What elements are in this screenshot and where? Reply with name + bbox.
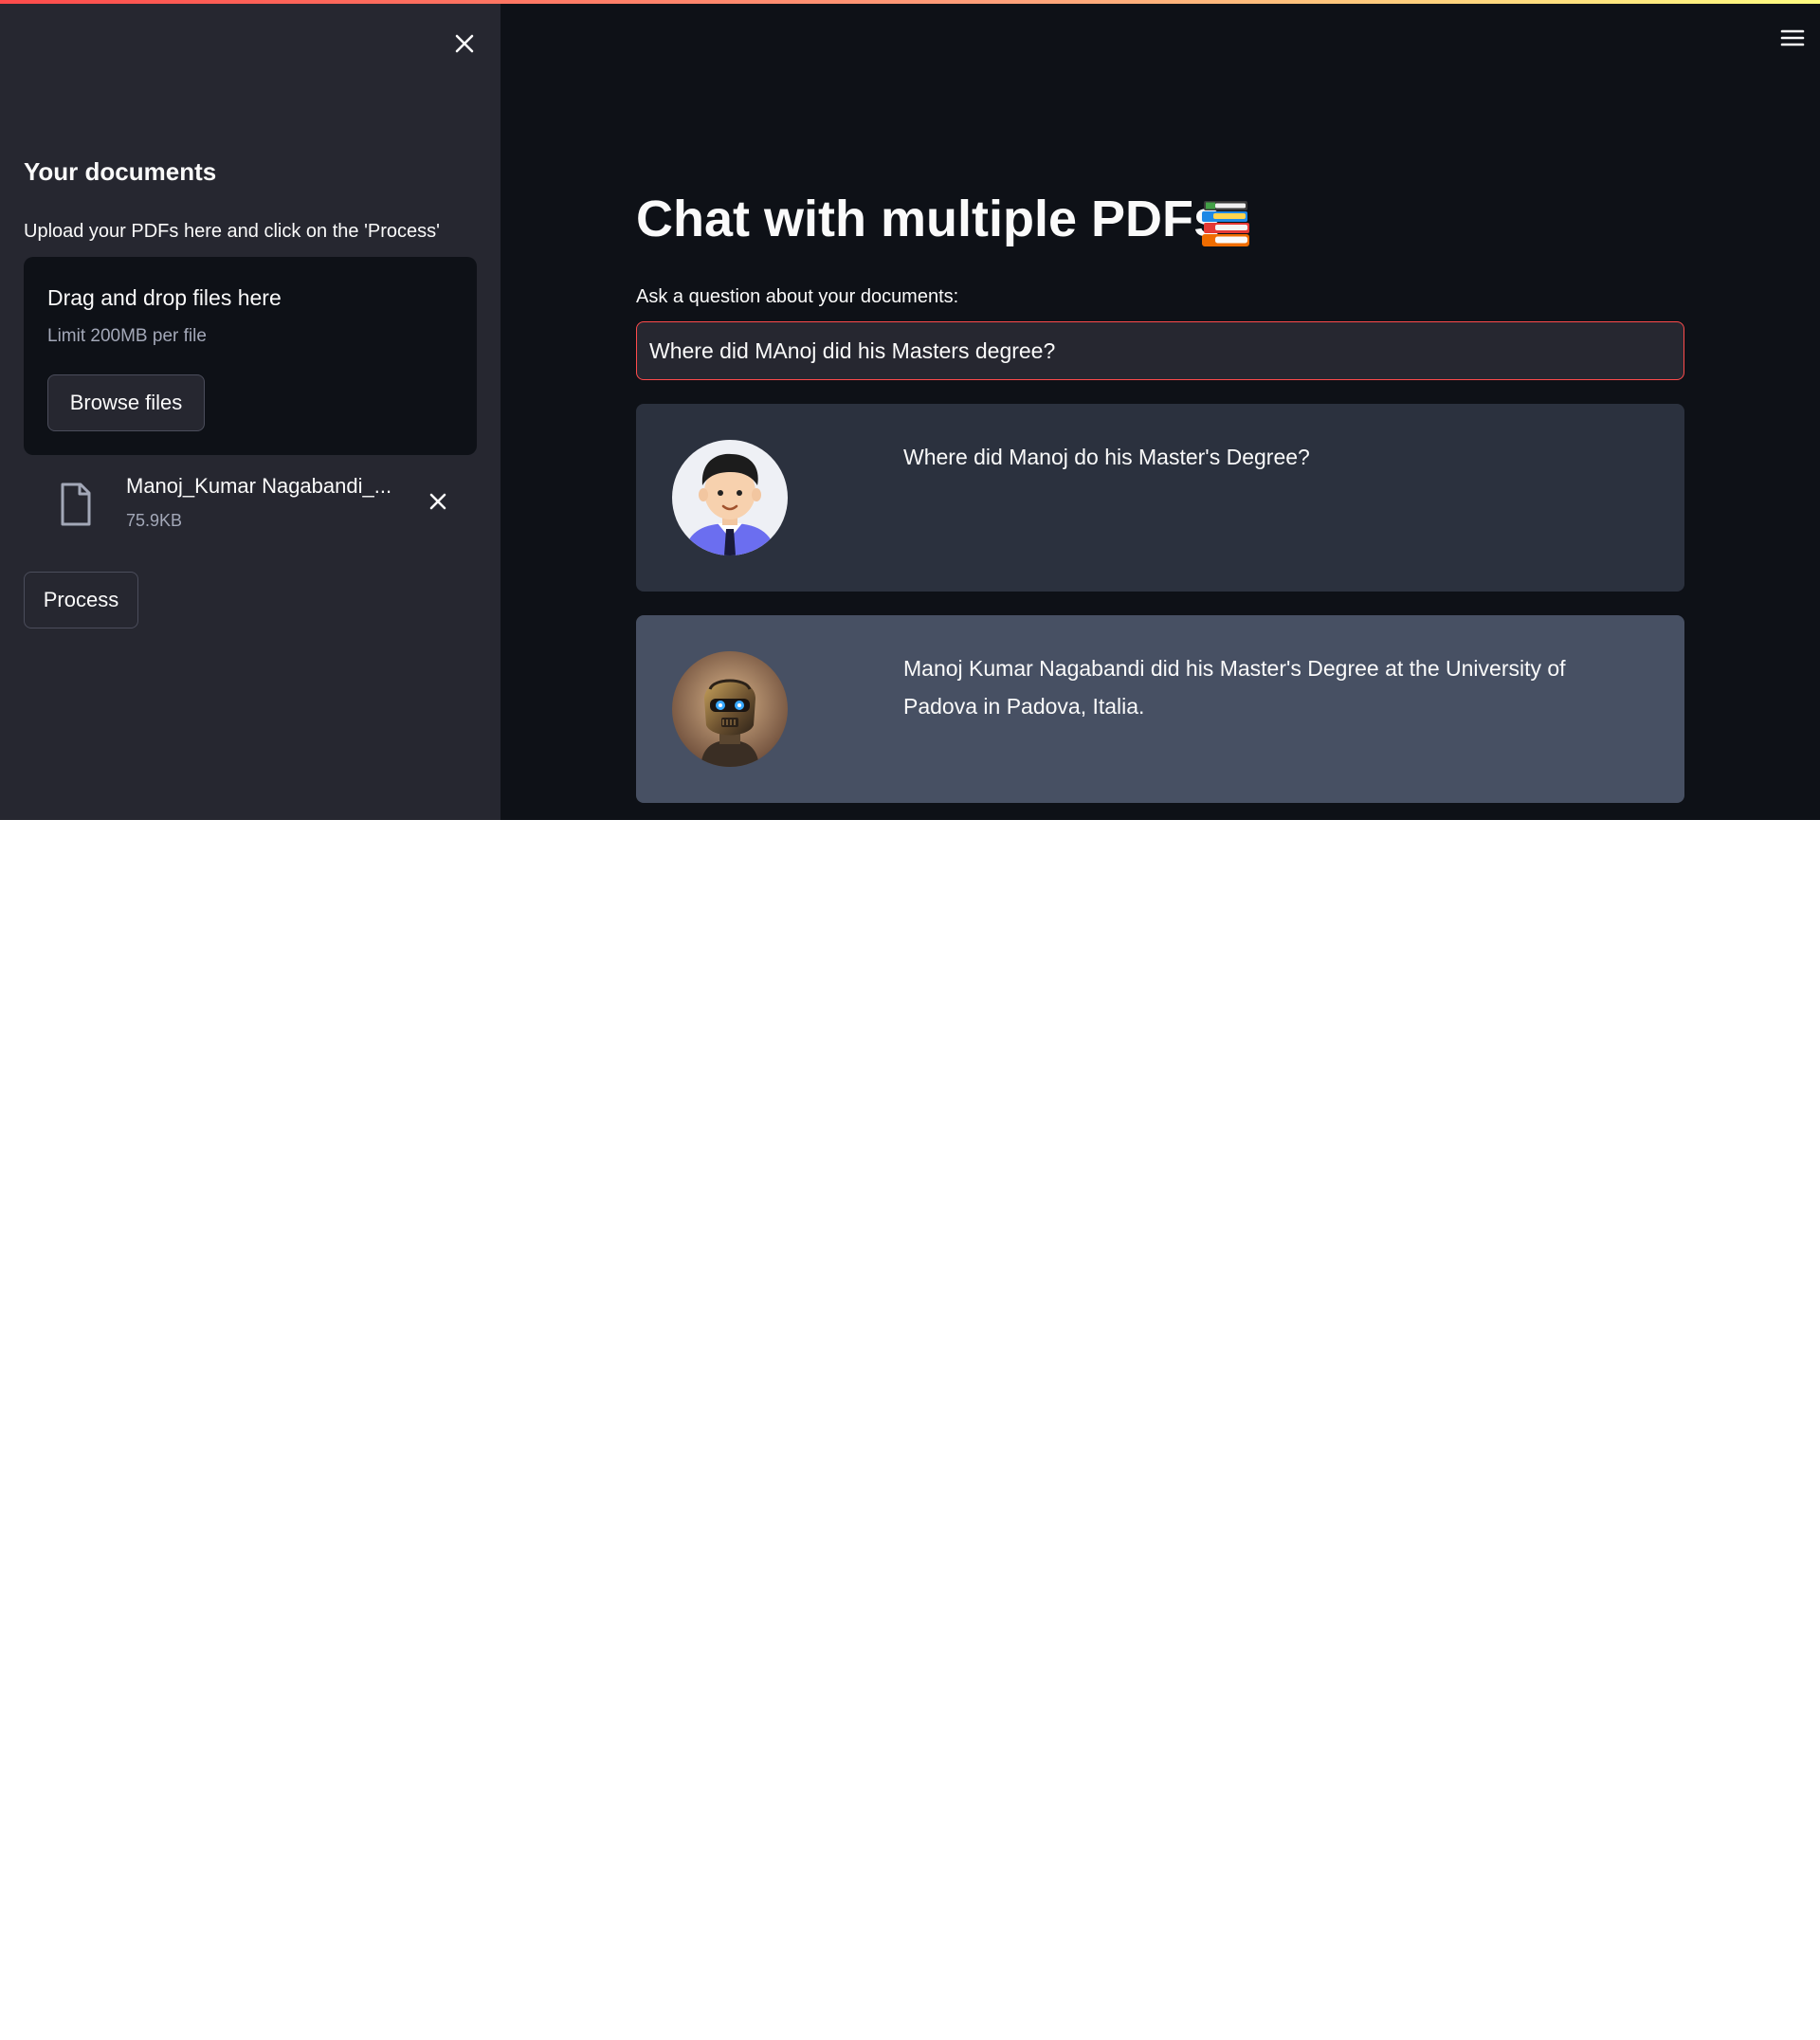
message-text: Where did Manoj do his Master's Degree? — [903, 445, 1310, 469]
file-name: Manoj_Kumar Nagabandi_... — [126, 474, 392, 498]
message-text: Manoj Kumar Nagabandi did his Master's D… — [903, 656, 1566, 719]
browse-files-button[interactable]: Browse files — [47, 374, 205, 431]
sidebar-heading: Your documents — [24, 157, 217, 186]
user-avatar — [672, 440, 788, 556]
main-menu-button[interactable] — [1776, 25, 1809, 51]
question-input[interactable] — [636, 321, 1684, 380]
app-container: Your documents Upload your PDFs here and… — [0, 0, 1820, 820]
bot-message: Manoj Kumar Nagabandi did his Master's D… — [636, 615, 1684, 803]
close-icon — [429, 493, 446, 510]
sidebar: Your documents Upload your PDFs here and… — [0, 0, 500, 820]
file-size: 75.9KB — [126, 511, 183, 530]
books-icon — [1202, 201, 1249, 246]
file-icon — [61, 483, 91, 526]
upload-instruction: Upload your PDFs here and click on the '… — [24, 221, 440, 242]
user-message: Where did Manoj do his Master's Degree? — [636, 404, 1684, 592]
uploaded-file-item: Manoj_Kumar Nagabandi_... 75.9KB — [24, 466, 477, 544]
hamburger-menu-icon — [1780, 29, 1805, 46]
close-icon — [455, 34, 474, 53]
question-label: Ask a question about your documents: — [636, 286, 959, 307]
sidebar-close-button[interactable] — [447, 27, 482, 61]
dropzone-limit: Limit 200MB per file — [47, 326, 207, 346]
bot-avatar — [672, 651, 788, 767]
file-dropzone[interactable]: Drag and drop files here Limit 200MB per… — [24, 257, 477, 455]
process-button[interactable]: Process — [24, 572, 138, 628]
dropzone-title: Drag and drop files here — [47, 285, 282, 310]
top-decoration-bar — [0, 0, 1820, 4]
page-title: Chat with multiple PDFs — [636, 191, 1223, 247]
remove-file-button[interactable] — [424, 487, 452, 516]
